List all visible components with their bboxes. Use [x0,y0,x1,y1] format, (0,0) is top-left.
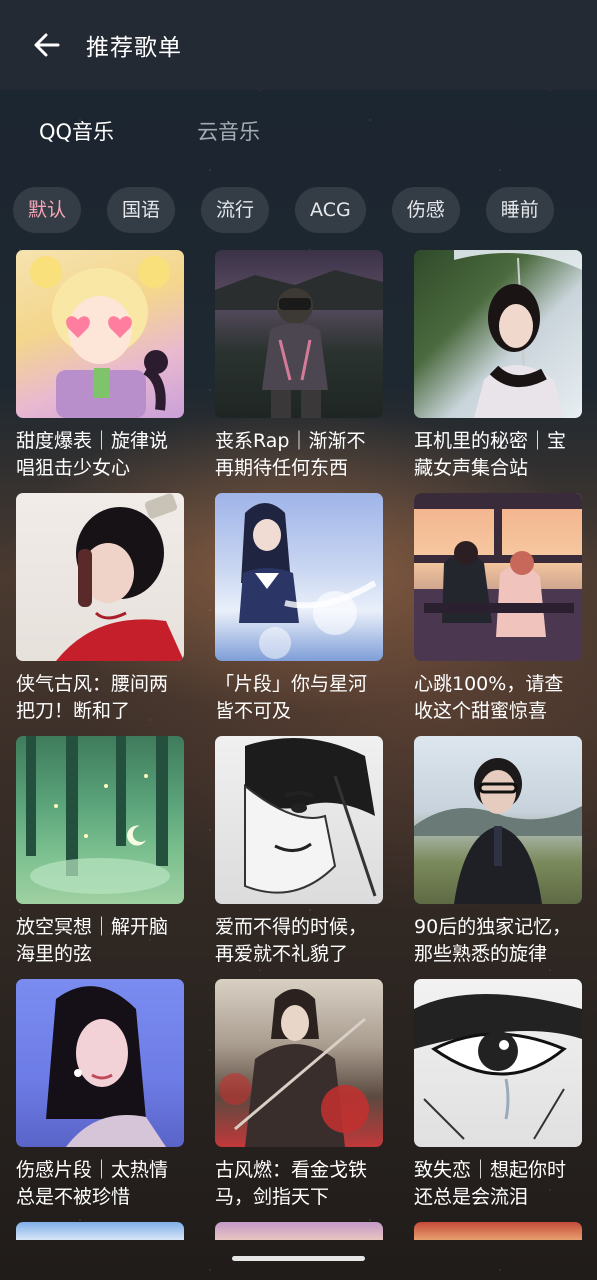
chip-pop[interactable]: 流行 [201,187,270,233]
home-indicator[interactable] [232,1256,365,1261]
playlist-title: 耳机里的秘密｜宝藏女声集合站 [414,430,567,479]
playlist-card[interactable]: 古风燃：看金戈铁马，剑指天下 [215,979,383,1211]
playlist-card[interactable]: 致失恋｜想起你时还总是会流泪 [414,979,582,1211]
chip-acg[interactable]: ACG [295,187,366,233]
playlist-card[interactable]: 伤感片段｜太热情总是不被珍惜 [16,979,184,1211]
playlist-title: 「片段」你与星河皆不可及 [215,673,368,722]
playlist-cover-partial[interactable] [414,1222,582,1240]
playlist-card[interactable]: 「片段」你与星河皆不可及 [215,493,383,725]
source-tabs: QQ音乐 云音乐 [0,108,597,156]
playlist-title: 侠气古风：腰间两把刀！断和了 [16,673,169,722]
playlist-card[interactable]: 心跳100%，请查收这个甜蜜惊喜 [414,493,582,725]
chip-bedtime[interactable]: 睡前 [485,187,554,233]
playlist-cover-partial[interactable] [16,1222,184,1240]
playlist-title: 甜度爆表｜旋律说唱狙击少女心 [16,430,169,479]
playlist-title: 古风燃：看金戈铁马，剑指天下 [215,1159,368,1208]
playlist-cover [215,736,383,904]
playlist-cover [414,736,582,904]
playlist-cover [414,979,582,1147]
playlist-card[interactable]: 甜度爆表｜旋律说唱狙击少女心 [16,250,184,482]
page-title: 推荐歌单 [86,35,182,61]
playlist-card[interactable]: 放空冥想｜解开脑海里的弦 [16,736,184,968]
app-bar: 推荐歌单 [0,0,597,90]
category-chips: 默认 国语 流行 ACG 伤感 睡前 [13,187,583,233]
playlist-card[interactable]: 耳机里的秘密｜宝藏女声集合站 [414,250,582,482]
playlist-title: 90后的独家记忆，那些熟悉的旋律 [414,916,572,965]
playlist-title: 伤感片段｜太热情总是不被珍惜 [16,1159,169,1208]
playlist-title: 心跳100%，请查收这个甜蜜惊喜 [414,673,564,722]
playlist-cover-partial[interactable] [215,1222,383,1240]
tab-cloud-music[interactable]: 云音乐 [197,108,260,156]
playlist-cover [16,250,184,418]
chip-sad[interactable]: 伤感 [391,187,460,233]
chip-mandarin[interactable]: 国语 [107,187,176,233]
chip-default[interactable]: 默认 [13,187,82,233]
back-button[interactable] [22,20,72,70]
playlist-cover [215,250,383,418]
playlist-cover [414,250,582,418]
playlist-card[interactable]: 90后的独家记忆，那些熟悉的旋律 [414,736,582,968]
playlist-title: 放空冥想｜解开脑海里的弦 [16,916,169,965]
playlist-cover [16,979,184,1147]
playlist-card[interactable]: 爱而不得的时候，再爱就不礼貌了 [215,736,383,968]
playlist-card[interactable]: 侠气古风：腰间两把刀！断和了 [16,493,184,725]
playlist-title: 致失恋｜想起你时还总是会流泪 [414,1159,567,1208]
playlist-cover [414,493,582,661]
playlist-cover [215,979,383,1147]
playlist-cover [215,493,383,661]
playlist-card[interactable]: 丧系Rap｜渐渐不再期待任何东西 [215,250,383,482]
tab-qq-music[interactable]: QQ音乐 [39,108,114,156]
playlist-title: 爱而不得的时候，再爱就不礼貌了 [215,916,368,965]
playlist-title: 丧系Rap｜渐渐不再期待任何东西 [215,430,366,479]
arrow-left-icon [34,33,60,57]
playlist-cover [16,736,184,904]
playlist-cover [16,493,184,661]
